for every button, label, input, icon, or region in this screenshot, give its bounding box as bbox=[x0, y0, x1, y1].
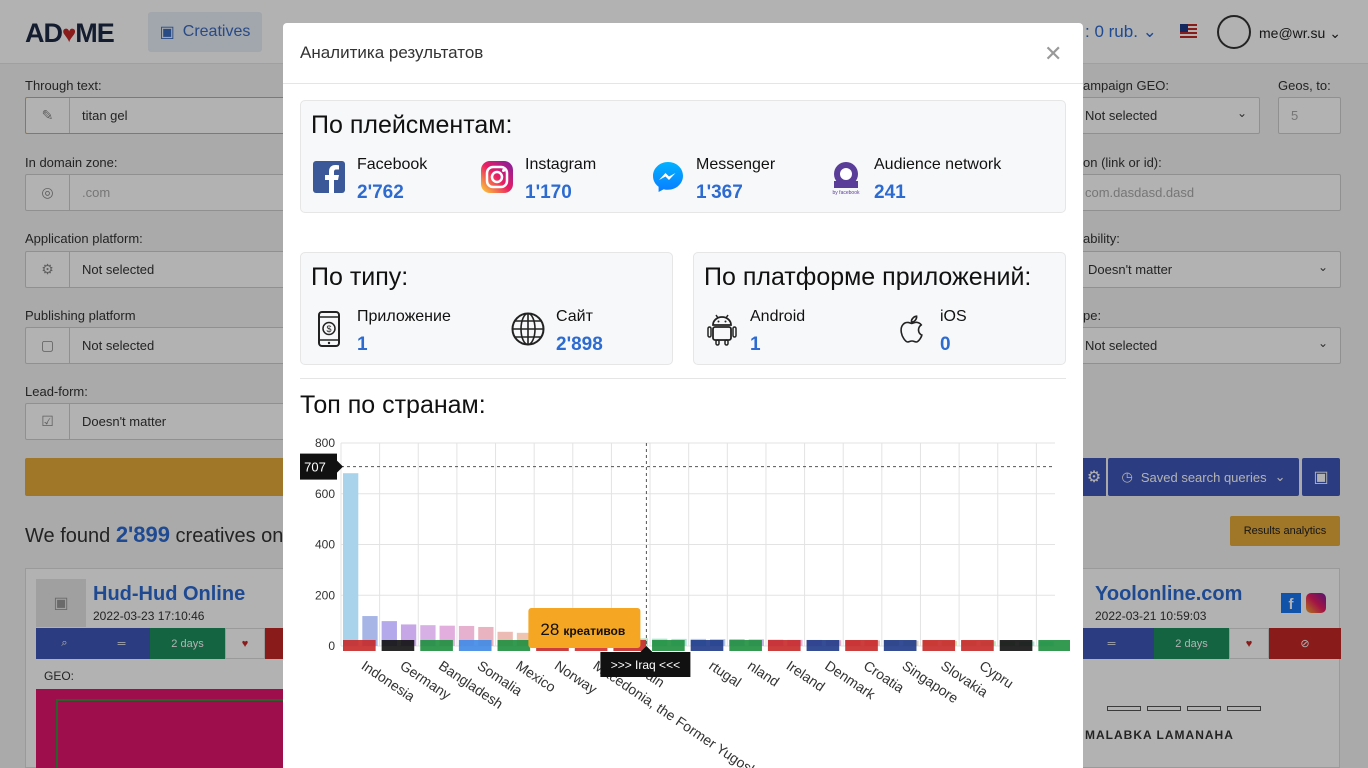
modal-title: Аналитика результатов bbox=[300, 43, 484, 62]
by-platform-panel: По платформе приложений: Android 1 iOS 0 bbox=[693, 252, 1066, 365]
x-tick-label: Norway bbox=[552, 657, 600, 697]
crosshair-y-value: 707 bbox=[304, 460, 326, 475]
globe-icon bbox=[511, 312, 545, 346]
tooltip-unit: креативов bbox=[563, 624, 625, 638]
x-tick-label: nland bbox=[745, 657, 782, 689]
placements-title: По плейсментам: bbox=[311, 111, 513, 139]
countries-bar-chart: 0200400600800IndonesiaGermanyBangladeshS… bbox=[300, 436, 1070, 768]
country-flag bbox=[420, 640, 453, 651]
y-tick-label: 200 bbox=[315, 588, 335, 602]
apple-icon bbox=[900, 315, 923, 343]
country-flag bbox=[381, 640, 415, 651]
by-type-title: По типу: bbox=[311, 263, 409, 291]
crosshair-y-pointer bbox=[337, 460, 343, 473]
country-flag bbox=[690, 640, 724, 651]
country-flag bbox=[961, 640, 994, 651]
y-tick-label: 400 bbox=[315, 538, 335, 552]
y-tick-label: 600 bbox=[315, 487, 335, 501]
country-flag bbox=[458, 640, 492, 651]
country-flag bbox=[999, 640, 1033, 651]
country-flag bbox=[845, 640, 878, 651]
analytics-modal: Аналитика результатов ✕ По плейсментам: … bbox=[283, 23, 1083, 768]
divider bbox=[300, 378, 1066, 379]
country-flag bbox=[729, 640, 762, 651]
placements-panel: По плейсментам: Facebook 2'762 Instagram… bbox=[300, 100, 1066, 213]
country-badge-label: >>> Iraq <<< bbox=[611, 658, 680, 672]
tooltip-value: 28 bbox=[540, 620, 559, 639]
country-flag bbox=[1038, 640, 1070, 651]
android-icon bbox=[707, 314, 737, 346]
x-tick-label: Ireland bbox=[784, 657, 828, 694]
audience-network-icon: by facebook bbox=[833, 162, 860, 195]
y-tick-label: 0 bbox=[328, 639, 335, 653]
messenger-icon bbox=[653, 162, 683, 192]
country-flag bbox=[767, 640, 801, 651]
by-platform-title: По платформе приложений: bbox=[704, 263, 1032, 291]
country-flag bbox=[883, 640, 917, 651]
by-type-panel: По типу: $ Приложение 1 Сайт 2'898 bbox=[300, 252, 673, 365]
chart-title: Топ по странам: bbox=[300, 391, 486, 419]
close-icon[interactable]: ✕ bbox=[1044, 41, 1062, 67]
x-tick-label: rtugal bbox=[706, 657, 744, 690]
instagram-icon bbox=[481, 161, 513, 193]
country-flag bbox=[806, 640, 840, 651]
bar bbox=[343, 473, 359, 646]
country-flag bbox=[652, 640, 685, 651]
facebook-icon bbox=[313, 161, 345, 193]
svg-text:$: $ bbox=[326, 324, 331, 334]
svg-text:by facebook: by facebook bbox=[833, 190, 860, 195]
modal-header: Аналитика результатов ✕ bbox=[283, 23, 1083, 84]
country-flag bbox=[343, 640, 376, 651]
country-flag bbox=[922, 640, 956, 651]
country-flag bbox=[497, 640, 531, 651]
mobile-app-icon: $ bbox=[318, 311, 340, 347]
y-tick-label: 800 bbox=[315, 436, 335, 450]
